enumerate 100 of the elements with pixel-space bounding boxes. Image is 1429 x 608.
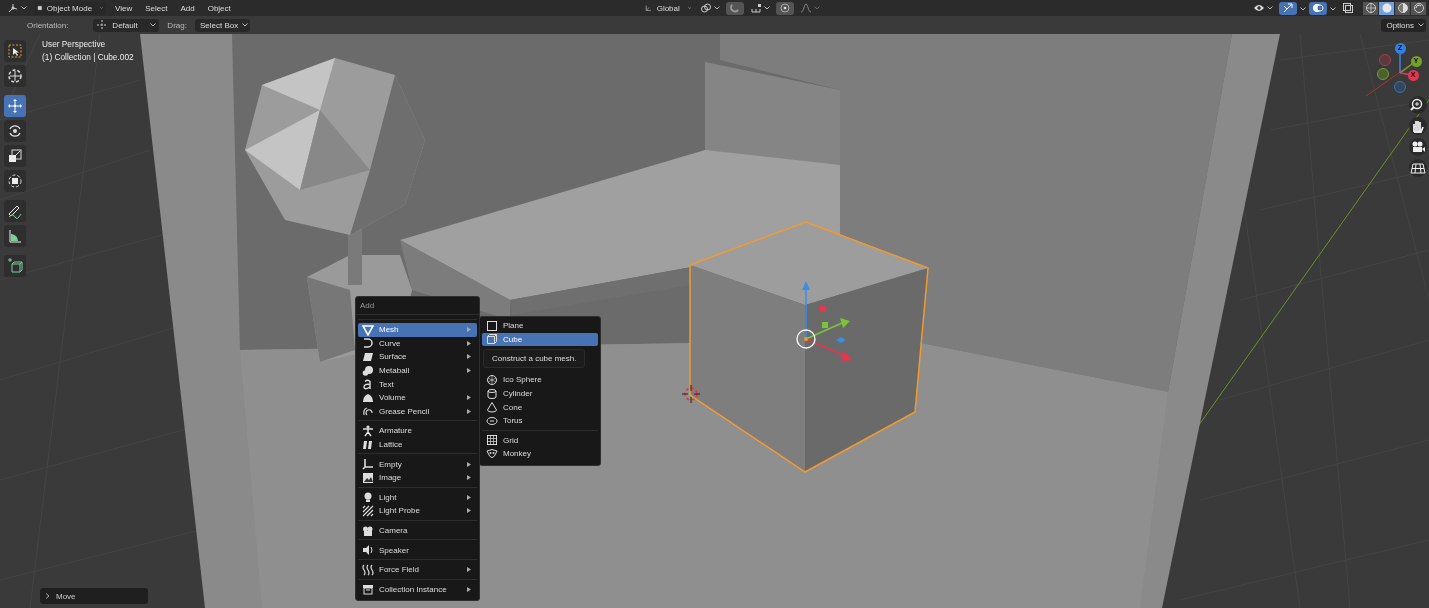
tooltip: Construct a cube mesh. [483,349,586,369]
ruler-icon [6,227,24,245]
tool-button[interactable] [4,255,26,277]
menu-item[interactable]: Camera [358,523,477,538]
menu-item[interactable]: Cone [482,400,598,414]
menu-item[interactable]: View [110,3,138,13]
menu-item[interactable]: Text [358,377,477,391]
menu-item[interactable]: Metaball [358,363,477,378]
tool-button[interactable] [4,200,26,222]
shading-sphere-icon [1380,2,1393,14]
view-navigation-button[interactable] [1409,159,1427,177]
shading-mode-button[interactable] [1379,1,1394,15]
gizmo-arrows-icon [1282,2,1294,14]
grid-icon [486,434,498,447]
operator-name: Move [56,591,76,601]
menu-item[interactable]: Add [175,3,200,13]
menu-item[interactable]: Cube [482,332,598,347]
menu-item[interactable]: Ico Sphere [482,373,598,387]
tool-button[interactable] [4,225,26,247]
caret-icon [1300,6,1306,11]
proportional-edit-button[interactable] [776,1,795,15]
menu-item[interactable]: Curve [358,336,477,351]
submenu-arrow-icon [467,494,471,500]
menu-item[interactable]: Empty [358,457,477,471]
shading-sphere-icon [1396,2,1409,14]
shading-mode-button[interactable] [1395,1,1410,15]
menu-item[interactable]: Grid [482,433,598,448]
menu-item[interactable]: Grease Pencil [358,404,477,419]
grid-perspective-icon [1410,160,1426,176]
submenu-arrow-icon [467,475,471,481]
square-icon [486,319,498,332]
menu-item[interactable]: Volume [358,390,477,405]
submenu-arrow-icon [467,567,471,573]
move-arrows-icon [6,97,24,115]
shading-mode-button[interactable] [1411,1,1426,15]
tool-button[interactable] [4,95,26,117]
submenu-arrow-icon [467,586,471,592]
last-operator-panel[interactable]: Move [40,588,148,604]
menu-item[interactable]: Lattice [358,437,477,452]
caret-icon [100,6,103,10]
shading-mode-button[interactable] [1363,1,1378,15]
axes-icon [7,2,19,14]
menu-item[interactable]: Select [140,3,173,13]
submenu-arrow-icon [467,395,471,401]
gizmo-toggle[interactable] [1279,1,1297,15]
overlays-toggle[interactable] [1309,1,1327,15]
gizmo-arrow[interactable] [805,338,853,361]
cone-icon [486,401,498,414]
caret-icon [242,23,249,27]
menu-item[interactable]: Torus [482,413,598,428]
hatch-icon [362,504,374,517]
menu-title: Add [356,297,479,315]
xray-squares-icon [1342,2,1354,14]
menu-item[interactable]: Force Field [358,562,477,577]
triangle-icon [362,323,374,336]
view-navigation-button[interactable] [1409,117,1427,135]
menu-item[interactable]: Cylinder [482,386,598,401]
drag-label: Drag: [167,20,187,30]
orientation-dropdown[interactable]: Default [93,18,160,32]
tool-button[interactable] [4,145,26,167]
tool-button[interactable] [4,65,26,87]
shading-sphere-icon [1364,2,1377,14]
menu-item[interactable]: Light [358,490,477,505]
snap-toggle[interactable] [726,1,745,15]
link-rings-icon [700,2,713,14]
caret-icon [764,6,771,10]
shading-sphere-icon [1412,2,1425,14]
eye-icon [1253,2,1265,14]
menu-item[interactable]: Speaker [358,543,477,557]
stick-figure-icon [362,424,374,437]
menu-item[interactable]: Light Probe [358,504,477,518]
mode-dropdown[interactable]: Object Mode [34,1,106,15]
menu-item[interactable]: Mesh [358,323,477,337]
menu-item[interactable]: Plane [482,319,598,333]
falloff-curve-icon [800,2,813,14]
gizmo-arrow[interactable] [802,281,810,340]
menu-item[interactable]: Object [202,3,236,13]
menu-item[interactable]: Armature [358,424,477,438]
menu-item[interactable]: Collection Instance [358,582,477,597]
submenu-arrow-icon [467,508,471,514]
gizmo-arrow[interactable] [805,318,850,340]
tool-button[interactable] [4,120,26,142]
options-dropdown[interactable]: Options [1381,18,1426,32]
submenu-arrow-icon [467,368,471,374]
torus-icon [486,414,498,427]
transform-icon [6,172,24,190]
axes-gizmo-icon [96,19,109,31]
drag-dropdown[interactable]: Select Box [194,18,251,32]
tool-button[interactable] [4,170,26,192]
menu-item[interactable]: Monkey [482,447,598,461]
caret-icon [714,6,721,10]
menu-item[interactable]: Surface [358,350,477,364]
box-icon [362,583,374,596]
cylinder-icon [486,387,498,400]
tool-button[interactable] [4,40,26,62]
letter-a-icon [362,378,374,391]
blob-icon [362,364,374,377]
submenu-arrow-icon [467,354,471,360]
view-navigation-button[interactable] [1409,96,1427,114]
menu-item[interactable]: Image [358,470,477,485]
